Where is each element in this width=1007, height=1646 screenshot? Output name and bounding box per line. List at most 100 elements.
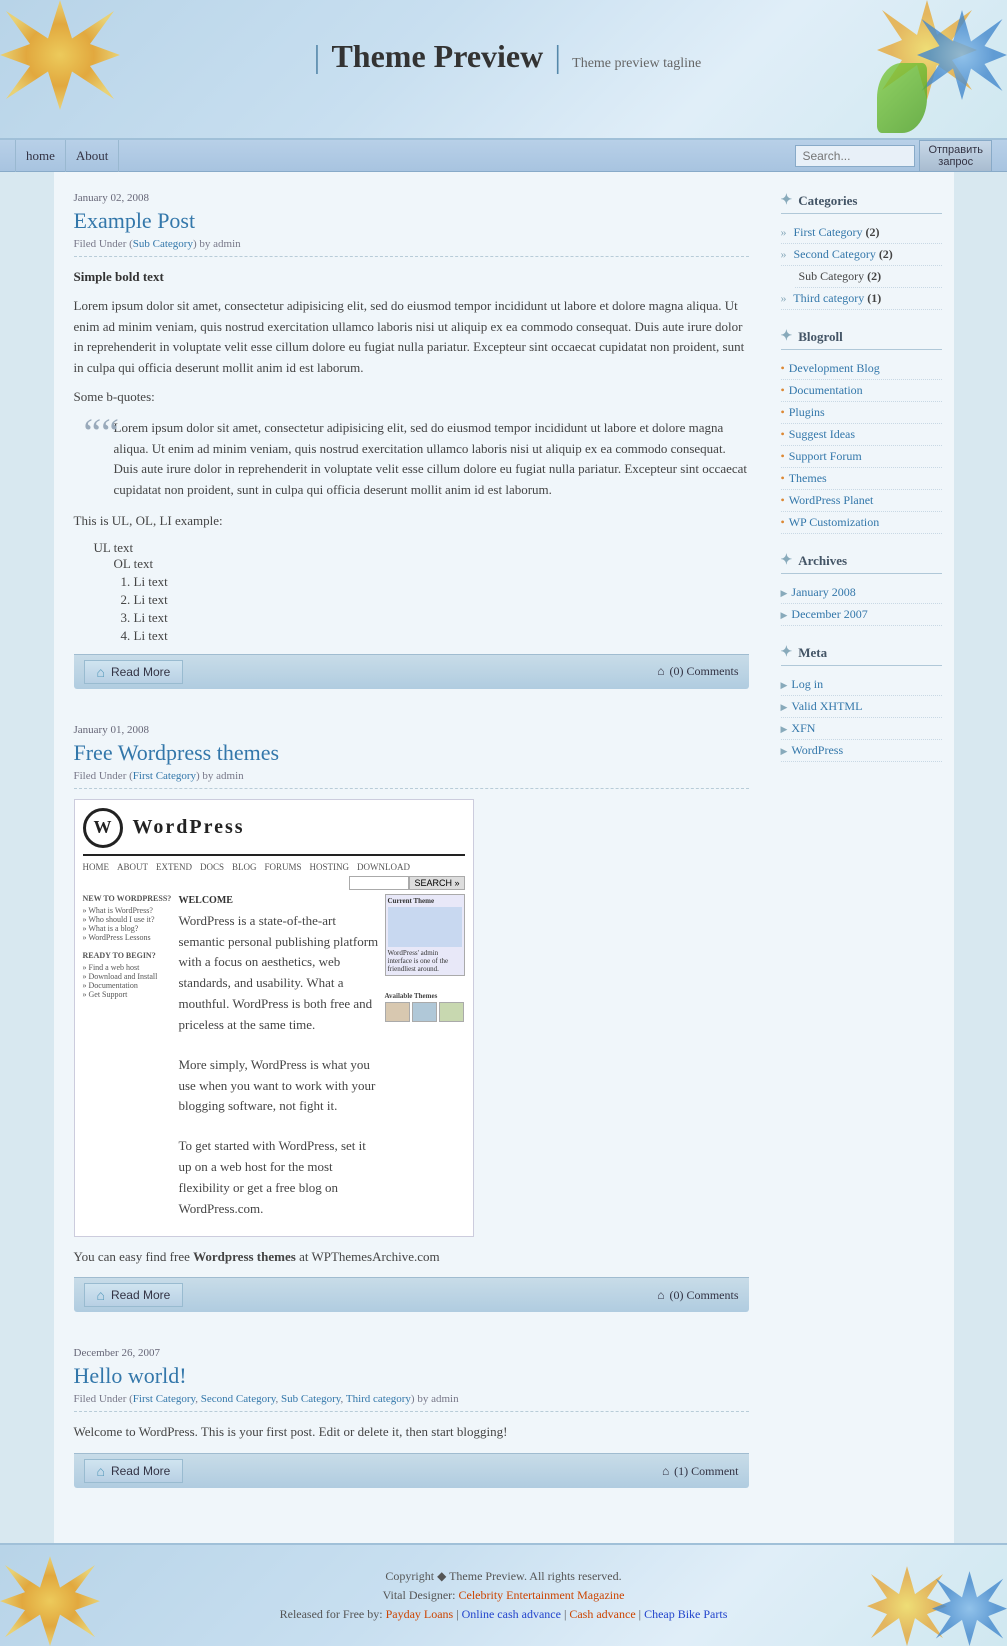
nav-home[interactable]: home [15,140,66,172]
widget-blogroll: ✦ Blogroll Development Blog Documentatio… [781,328,942,534]
meta-item-login: Log in [781,674,942,696]
read-more-btn-1[interactable]: ⌂ Read More [84,660,184,684]
post-footer-2: ⌂ Read More ⌂ (0) Comments [74,1277,749,1312]
blogroll-link-suggest[interactable]: Suggest Ideas [789,427,855,441]
wordpress-screenshot: W WordPress HOME ABOUT EXTEND DOCS BLOG … [74,799,474,1237]
content-area: January 02, 2008 Example Post Filed Unde… [54,172,954,1543]
list-section-1: UL text OL text Li text Li text Li text … [94,540,749,644]
sidebar: ✦ Categories First Category (2) Second C… [769,182,954,1533]
footer-link-cash-advance[interactable]: Cash advance [569,1607,635,1621]
footer-vital-link[interactable]: Celebrity Entertainment Magazine [459,1588,625,1602]
post-title-3: Hello world! [74,1363,749,1389]
wp-main-col: WELCOME WordPress is a state-of-the-art … [179,894,379,1228]
wp-nav-bar: HOME ABOUT EXTEND DOCS BLOG FORUMS HOSTI… [83,862,465,872]
wp-search-box[interactable] [349,876,409,890]
blogroll-link-support[interactable]: Support Forum [789,449,862,463]
post-footer-3: ⌂ Read More ⌂ (1) Comment [74,1453,749,1488]
wp-themes-bold: Wordpress themes [193,1249,296,1264]
footer-links-row: Released for Free by: Payday Loans | Onl… [20,1607,987,1622]
post-cat-1[interactable]: First Category [133,1393,196,1405]
list-item: Li text [134,610,749,626]
footer-link-bike-parts[interactable]: Cheap Bike Parts [644,1607,727,1621]
post-cat-2[interactable]: Second Category [201,1393,276,1405]
widget-title-categories: ✦ Categories [781,192,942,214]
wp-theme-preview [388,907,462,947]
wp-search-btn[interactable]: SEARCH » [409,876,464,890]
blogroll-link-plugins[interactable]: Plugins [789,405,825,419]
meta-list: Log in Valid XHTML XFN WordPress [781,674,942,762]
widget-title-blogroll: ✦ Blogroll [781,328,942,350]
search-input[interactable] [795,145,915,167]
footer-link-cash-advance-online[interactable]: Online cash advance [462,1607,561,1621]
post-meta-3: Filed Under (First Category, Second Cate… [74,1393,749,1412]
wp-nav-forums: FORUMS [265,862,302,872]
wp-nav-extend: EXTEND [156,862,192,872]
wp-logo-bar: W WordPress [83,808,465,856]
meta-link-xfn[interactable]: XFN [791,721,815,735]
comments-count-2: (0) Comments [670,1288,739,1303]
nav-about[interactable]: About [66,140,120,172]
post-title-link-3[interactable]: Hello world! [74,1363,187,1388]
read-more-btn-2[interactable]: ⌂ Read More [84,1283,184,1307]
wp-available-label: Available Themes [385,992,465,1000]
post-content-2: W WordPress HOME ABOUT EXTEND DOCS BLOG … [74,799,749,1268]
post-cat-link-1[interactable]: Sub Category [133,238,193,250]
ul-item: UL text [94,540,134,555]
cat-link-first[interactable]: First Category [794,225,863,239]
widget-title-meta: ✦ Meta [781,644,942,666]
cat-link-third[interactable]: Third category [793,291,864,305]
search-button[interactable]: Отправитьзапрос [919,140,992,172]
post-title-link-2[interactable]: Free Wordpress themes [74,740,280,765]
archive-link-jan[interactable]: January 2008 [791,585,855,599]
cat-item-third: Third category (1) [781,288,942,310]
blogroll-item-docs: Documentation [781,380,942,402]
wp-theme-thumbs [385,1002,465,1022]
meta-link-wordpress[interactable]: WordPress [791,743,843,757]
star-icon-archives: ✦ [781,552,793,569]
wp-more-text: More simply, WordPress is what you use w… [179,1055,379,1117]
post-cat-link-2[interactable]: First Category [133,770,196,782]
blogroll-label: Blogroll [798,329,843,345]
wp-theme-desc: WordPress' admin interface is one of the… [388,949,462,973]
post-hello: December 26, 2007 Hello world! Filed Und… [74,1347,749,1498]
wp-link-1: » What is WordPress? [83,906,173,915]
wp-current-theme: Current Theme WordPress' admin interface… [385,894,465,976]
read-more-btn-3[interactable]: ⌂ Read More [84,1459,184,1483]
archive-link-dec[interactable]: December 2007 [791,607,867,621]
blogroll-link-planet[interactable]: WordPress Planet [789,493,874,507]
post-content-3: Welcome to WordPress. This is your first… [74,1422,749,1443]
blogroll-link-customization[interactable]: WP Customization [789,515,880,529]
meta-link-xhtml[interactable]: Valid XHTML [791,699,862,713]
read-more-label-1: Read More [111,665,170,679]
list-item: Li text [134,592,749,608]
blogroll-item-devblog: Development Blog [781,358,942,380]
ol-item: OL text [114,556,154,571]
footer-link-payday[interactable]: Payday Loans [386,1607,454,1621]
list-item: Li text [134,574,749,590]
blogroll-link-themes[interactable]: Themes [789,471,827,485]
post-title-link-1[interactable]: Example Post [74,208,196,233]
cat-link-second[interactable]: Second Category [794,247,876,261]
blogroll-link-devblog[interactable]: Development Blog [789,361,880,375]
comments-icon-2: ⌂ [657,1288,664,1303]
comments-icon-3: ⌂ [662,1464,669,1479]
wp-start-text: To get started with WordPress, set it up… [179,1136,379,1219]
footer-released-label: Released for Free by: [280,1607,383,1621]
star-icon-blogroll: ✦ [781,328,793,345]
blogroll-link-docs[interactable]: Documentation [789,383,863,397]
cat-item-sub: Sub Category (2) [795,266,942,288]
meta-link-login[interactable]: Log in [791,677,823,691]
blogroll-item-support: Support Forum [781,446,942,468]
footer-copyright: Copyright ◆ Theme Preview. All rights re… [20,1569,987,1584]
wp-nav-docs: DOCS [200,862,224,872]
post-para-1: Lorem ipsum dolor sit amet, consectetur … [74,296,749,379]
meta-item-xfn: XFN [781,718,942,740]
bold-text-label: Simple bold text [74,267,749,288]
meta-item-wordpress: WordPress [781,740,942,762]
post-cat-3[interactable]: Sub Category [281,1393,340,1405]
wp-link-6: » Download and Install [83,972,173,981]
wp-welcome-text: WordPress is a state-of-the-art semantic… [179,911,379,1036]
post-cat-4[interactable]: Third category [346,1393,411,1405]
star-icon-meta: ✦ [781,644,793,661]
site-tagline: Theme preview tagline [572,56,701,71]
